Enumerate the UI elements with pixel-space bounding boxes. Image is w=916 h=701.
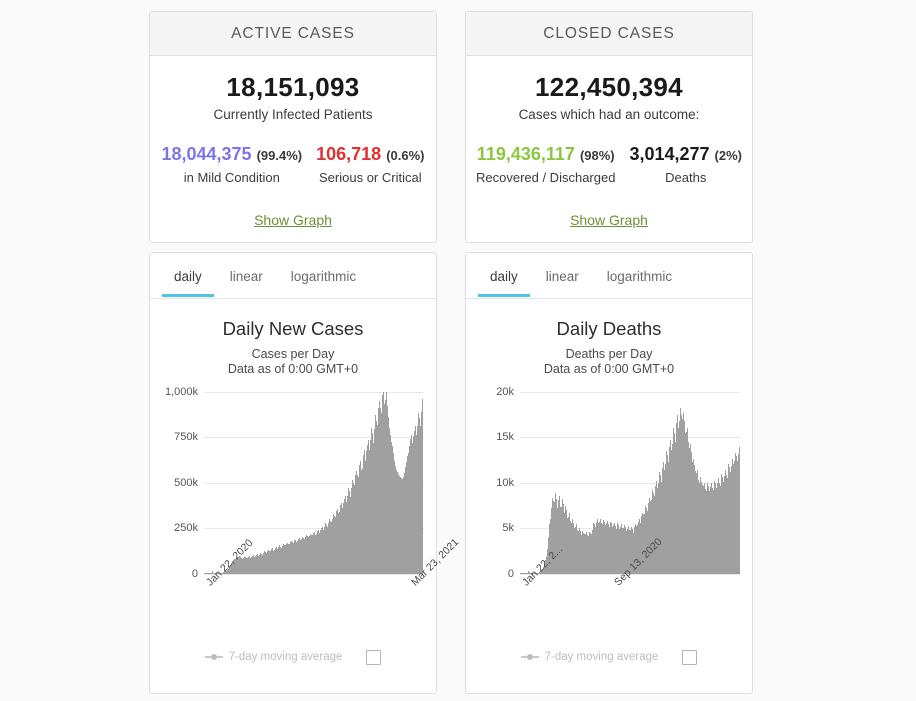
deaths-chart-subtitle-line1: Deaths per Day <box>565 347 653 361</box>
serious-critical-block: 106,718 (0.6%) Serious or Critical <box>309 143 431 185</box>
deaths-moving-average-checkbox[interactable] <box>682 649 698 665</box>
y-axis-tick-label: 20k <box>496 385 514 398</box>
deaths-legend-label: 7-day moving average <box>544 651 659 663</box>
closed-cases-card: CLOSED CASES 122,450,394 Cases which had… <box>465 11 753 243</box>
cases-chart-title: Daily New Cases <box>222 318 364 339</box>
deaths-legend-row: 7-day moving average <box>466 649 752 665</box>
deaths-block: 3,014,277 (2%) Deaths <box>622 143 749 185</box>
y-axis-tick-label: 250k <box>174 522 198 534</box>
tab-deaths-logarithmic[interactable]: logarithmic <box>593 256 686 296</box>
y-axis-tick-label: 750k <box>174 431 198 443</box>
y-axis-tick-label: 15k <box>496 431 514 443</box>
tab-deaths-daily[interactable]: daily <box>476 256 532 297</box>
deaths-row: 3,014,277 (2%) <box>629 143 742 165</box>
y-axis-tick-label: 10k <box>496 476 514 489</box>
cases-plot-area: 1,000k 750k 500k 250k 0 <box>158 386 424 580</box>
y-axis-tick-label: 5k <box>502 522 514 534</box>
active-show-graph-link[interactable]: Show Graph <box>254 212 332 228</box>
closed-show-graph-link[interactable]: Show Graph <box>570 212 648 228</box>
recovered-percent: (98%) <box>579 147 615 163</box>
serious-critical-percent: (0.6%) <box>386 147 425 163</box>
active-cases-body: 18,151,093 Currently Infected Patients 1… <box>150 56 436 230</box>
chart-bar <box>739 449 740 574</box>
y-axis-tick-label: 1,000k <box>164 385 198 398</box>
tab-cases-linear[interactable]: linear <box>216 256 277 296</box>
deaths-chart-subtitle: Deaths per Day Data as of 0:00 GMT+0 <box>466 347 752 377</box>
y-axis-tick-label: 500k <box>174 476 198 489</box>
active-cases-total: 18,151,093 <box>226 72 360 102</box>
cases-chart-subtitle-line1: Cases per Day <box>251 347 335 361</box>
active-show-graph-wrap: Show Graph <box>150 212 436 230</box>
cases-y-axis: 1,000k 750k 500k 250k 0 <box>158 386 204 580</box>
recovered-block: 119,436,117 (98%) Recovered / Discharged <box>469 143 622 185</box>
daily-deaths-chart-card: daily linear logarithmic Daily Deaths De… <box>465 252 753 694</box>
active-cases-total-caption: Currently Infected Patients <box>213 106 373 122</box>
covid-stats-page: ACTIVE CASES 18,151,093 Currently Infect… <box>0 0 916 701</box>
mild-condition-block: 18,044,375 (99.4%) in Mild Condition <box>154 143 309 185</box>
deaths-y-axis: 20k 15k 10k 5k 0 <box>474 386 520 580</box>
tab-deaths-linear[interactable]: linear <box>532 256 593 296</box>
closed-cases-total-caption: Cases which had an outcome: <box>518 106 700 122</box>
mild-condition-row: 18,044,375 (99.4%) <box>161 143 303 165</box>
closed-cases-body: 122,450,394 Cases which had an outcome: … <box>466 56 752 230</box>
daily-new-cases-chart-card: daily linear logarithmic Daily New Cases… <box>149 252 461 694</box>
serious-critical-value: 106,718 <box>316 143 382 164</box>
active-cases-card: ACTIVE CASES 18,151,093 Currently Infect… <box>149 11 437 243</box>
deaths-chart-tabs: daily linear logarithmic <box>466 253 752 299</box>
mild-condition-percent: (99.4%) <box>256 147 303 163</box>
deaths-chart-title: Daily Deaths <box>556 318 662 339</box>
chart-bar <box>422 398 423 574</box>
cases-legend-label: 7-day moving average <box>228 651 343 663</box>
cases-moving-average-checkbox[interactable] <box>366 649 382 665</box>
recovered-caption: Recovered / Discharged <box>475 169 616 185</box>
line-point-icon <box>520 653 539 661</box>
mild-condition-caption: in Mild Condition <box>183 169 280 185</box>
cases-x-axis: Jan 22, 2020 Mar 23, 2021 <box>158 536 461 646</box>
active-cases-header: ACTIVE CASES <box>150 12 436 56</box>
deaths-chart-subtitle-line2: Data as of 0:00 GMT+0 <box>543 361 675 376</box>
serious-critical-row: 106,718 (0.6%) <box>316 143 425 165</box>
cases-chart-tabs: daily linear logarithmic <box>150 253 436 299</box>
recovered-row: 119,436,117 (98%) <box>476 143 615 165</box>
deaths-x-axis: Jan 22, 2... Sep 13, 2020 <box>474 535 740 646</box>
tab-cases-daily[interactable]: daily <box>160 256 216 297</box>
deaths-caption: Deaths <box>665 169 707 185</box>
recovered-value: 119,436,117 <box>476 143 575 164</box>
deaths-percent: (2%) <box>714 147 742 163</box>
active-cases-split: 18,044,375 (99.4%) in Mild Condition 106… <box>150 143 436 185</box>
closed-cases-header: CLOSED CASES <box>466 12 752 56</box>
cases-legend-moving-average[interactable]: 7-day moving average <box>204 651 343 663</box>
closed-cases-total: 122,450,394 <box>535 72 683 102</box>
closed-cases-split: 119,436,117 (98%) Recovered / Discharged… <box>466 143 752 185</box>
cases-chart-subtitle: Cases per Day Data as of 0:00 GMT+0 <box>150 347 436 377</box>
tab-cases-logarithmic[interactable]: logarithmic <box>277 256 370 296</box>
deaths-legend-moving-average[interactable]: 7-day moving average <box>520 651 659 663</box>
deaths-value: 3,014,277 <box>629 143 710 164</box>
deaths-plot-area: 20k 15k 10k 5k 0 <box>474 386 740 580</box>
mild-condition-value: 18,044,375 <box>161 143 252 164</box>
serious-critical-caption: Serious or Critical <box>319 169 422 185</box>
line-point-icon <box>204 653 223 661</box>
cases-chart-subtitle-line2: Data as of 0:00 GMT+0 <box>227 361 359 376</box>
closed-show-graph-wrap: Show Graph <box>466 212 752 230</box>
cases-legend-row: 7-day moving average <box>150 649 436 665</box>
